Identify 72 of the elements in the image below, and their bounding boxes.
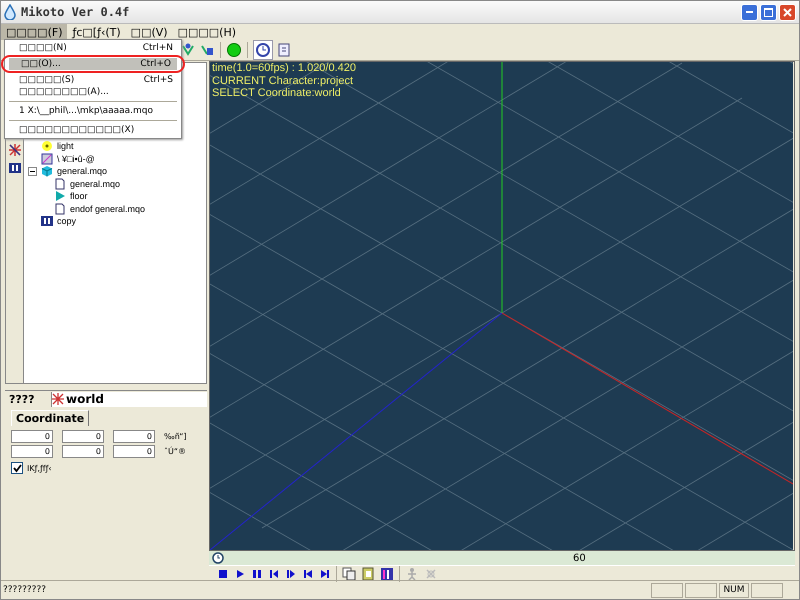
viewport-info-text: CURRENT Character:project [212, 74, 354, 87]
coordinate-field[interactable]: world [51, 392, 207, 406]
bars-icon[interactable] [380, 567, 394, 581]
number-field[interactable]: 0 [62, 445, 104, 458]
number-field[interactable]: 0 [113, 430, 155, 443]
cube-icon [41, 165, 53, 178]
asterisk-icon [52, 393, 64, 405]
menu-item[interactable]: □□□□(H) [172, 24, 242, 40]
tree-item[interactable]: general.mqo [70, 178, 120, 189]
viewport-info-text: SELECT Coordinate:world [212, 87, 342, 100]
status-panel [685, 582, 717, 598]
minimize-button[interactable] [741, 4, 758, 20]
number-field[interactable]: 0 [62, 430, 104, 443]
document-icon[interactable] [276, 42, 292, 58]
collapse-icon[interactable] [28, 166, 37, 176]
status-indicator: NUM [719, 582, 749, 598]
field-label: ???? [8, 392, 36, 406]
image-icon [41, 152, 53, 165]
skip-start-icon[interactable] [302, 568, 314, 580]
menu-item[interactable]: □□(O)... Ctrl+O [9, 58, 177, 70]
tree-item[interactable]: light [57, 141, 74, 152]
step-forward-icon[interactable] [285, 568, 297, 580]
menu-item[interactable]: □□□□(F) [1, 24, 68, 40]
menu-item[interactable]: □□□□□(S) Ctrl+S [7, 74, 179, 86]
film-icon [41, 215, 53, 228]
asterisk-icon[interactable] [8, 143, 22, 157]
timeline-ruler[interactable]: 60 [209, 551, 795, 565]
coordinate-tab[interactable]: Coordinate [11, 410, 90, 426]
menu-item[interactable]: □□□□□□□□(A)... [7, 86, 179, 98]
viewport-info-text: time(1.0=60fps) : 1.020/0.420 [212, 62, 356, 74]
status-panel [751, 582, 783, 598]
document-icon [54, 202, 66, 215]
arrow-icon [54, 190, 66, 202]
close-icon [783, 8, 792, 16]
document-icon[interactable] [361, 567, 375, 581]
drop-icon [4, 4, 16, 20]
play-icon[interactable] [234, 568, 246, 580]
row-label: ‰ñ“] [164, 432, 186, 441]
bulb-icon [41, 140, 53, 152]
number-field[interactable]: 0 [11, 430, 53, 443]
number-field[interactable]: 0 [113, 445, 155, 458]
checkbox-label: IKƒ‚ƒfƒ‹ [27, 464, 52, 472]
menu-item[interactable]: 1 X:\__phil\...\mkp\aaaaa.mqo [7, 105, 179, 117]
tree-item[interactable]: endof general.mqo [70, 204, 146, 214]
checkbox[interactable] [11, 462, 23, 474]
menu-item[interactable]: □□□□(N) Ctrl+N [7, 42, 179, 54]
pause-icon[interactable] [251, 568, 263, 580]
tree-item[interactable]: floor [70, 191, 88, 202]
menu-item[interactable]: □□□□□□□□□□□□(X) [7, 124, 179, 136]
stop-icon[interactable] [217, 568, 229, 580]
tree-item[interactable]: copy [57, 216, 76, 226]
menu-item[interactable]: □□(V) [126, 24, 173, 40]
circle-icon [226, 42, 242, 58]
close-button[interactable] [779, 4, 796, 20]
frame-marker: 60 [573, 552, 586, 564]
maximize-icon [764, 8, 773, 16]
tree-item[interactable]: general.mqo [57, 166, 108, 176]
tree-item[interactable]: \ ¥□i•û-@ [57, 154, 95, 164]
window-title: Mikoto Ver 0.4f [21, 5, 130, 19]
document-icon [54, 178, 66, 190]
maximize-button[interactable] [760, 4, 777, 20]
pages-icon[interactable] [342, 567, 356, 581]
step-back-icon[interactable] [268, 568, 280, 580]
clock-icon[interactable] [253, 40, 273, 60]
number-field[interactable]: 0 [11, 445, 53, 458]
status-panel [651, 582, 683, 598]
row-label: ˆÚ“® [164, 447, 186, 456]
film-icon[interactable] [8, 161, 22, 175]
menu-item[interactable]: ƒc□[ƒ‹(T) [67, 24, 126, 40]
status-text: ????????? [3, 585, 47, 595]
skip-end-icon[interactable] [319, 568, 331, 580]
minimize-icon [746, 11, 753, 13]
